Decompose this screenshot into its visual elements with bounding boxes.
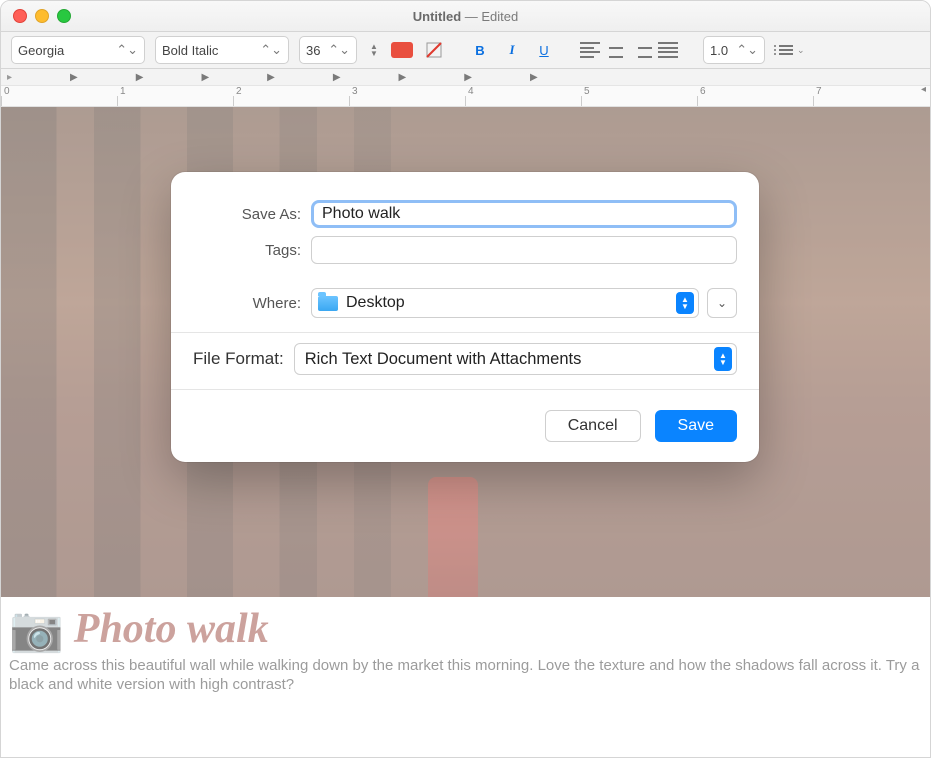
chevron-updown-icon: ⌃⌄ — [328, 42, 350, 58]
font-style-value: Bold Italic — [162, 43, 218, 58]
italic-button[interactable]: I — [501, 39, 523, 61]
tab-stop-marker[interactable]: ▸ — [7, 72, 12, 83]
highlight-color-button[interactable] — [423, 39, 445, 61]
dialog-button-row: Cancel Save — [171, 400, 759, 462]
align-right-button[interactable] — [631, 39, 653, 61]
align-left-button[interactable] — [579, 39, 601, 61]
save-button[interactable]: Save — [655, 410, 737, 442]
save-as-row: Save As: Photo walk — [193, 200, 737, 228]
underline-button[interactable]: U — [533, 39, 555, 61]
ruler-tick-label: 2 — [236, 86, 242, 97]
folder-icon — [318, 296, 338, 311]
tags-row: Tags: — [193, 236, 737, 264]
save-as-value: Photo walk — [322, 205, 400, 223]
where-value: Desktop — [346, 294, 405, 312]
ruler-tick-label: 0 — [4, 86, 10, 97]
tab-stop-marker[interactable]: ▶ — [267, 72, 275, 83]
dialog-divider — [171, 332, 759, 333]
tags-input[interactable] — [311, 236, 737, 264]
ruler-tick-label: 3 — [352, 86, 358, 97]
dialog-divider — [171, 389, 759, 390]
document-name: Untitled — [413, 9, 461, 24]
tab-stops-strip[interactable]: ▸ ▶ ▶ ▶ ▶ ▶ ▶ ▶ ▶ — [1, 69, 930, 86]
font-size-value: 36 — [306, 43, 320, 58]
list-icon — [779, 43, 793, 57]
cancel-button[interactable]: Cancel — [545, 410, 641, 442]
ruler-tick-label: 5 — [584, 86, 590, 97]
ruler[interactable]: 0 1 2 3 4 5 6 7 ◂ — [1, 86, 930, 107]
file-format-row: File Format: Rich Text Document with Att… — [193, 343, 737, 375]
align-center-button[interactable] — [605, 39, 627, 61]
tab-stop-marker[interactable]: ▶ — [464, 72, 472, 83]
no-highlight-icon — [425, 41, 443, 59]
chevron-updown-icon: ⌃⌄ — [260, 42, 282, 58]
format-toolbar: Georgia ⌃⌄ Bold Italic ⌃⌄ 36 ⌃⌄ ▲ ▼ B I … — [1, 32, 930, 69]
textedit-window: Untitled — Edited Georgia ⌃⌄ Bold Italic… — [0, 0, 931, 758]
file-format-label: File Format: — [193, 349, 284, 369]
line-spacing-value: 1.0 — [710, 43, 728, 58]
font-size-dropdown[interactable]: 36 ⌃⌄ — [299, 36, 357, 64]
window-title: Untitled — Edited — [1, 9, 930, 24]
chevron-updown-icon: ▲▼ — [714, 347, 732, 371]
chevron-updown-icon: ⌃⌄ — [736, 42, 758, 58]
font-size-stepper[interactable]: ▲ ▼ — [367, 39, 381, 61]
tab-stop-marker[interactable]: ▶ — [530, 72, 538, 83]
where-label: Where: — [193, 295, 301, 312]
save-as-input[interactable]: Photo walk — [311, 200, 737, 228]
bold-button[interactable]: B — [469, 39, 491, 61]
save-dialog: Save As: Photo walk Tags: Where: Desktop… — [171, 172, 759, 462]
alignment-group — [579, 39, 679, 61]
ruler-tick-label: 4 — [468, 86, 474, 97]
tags-label: Tags: — [193, 242, 301, 259]
list-style-dropdown[interactable]: ⌄ — [775, 39, 809, 61]
tab-stop-marker[interactable]: ▶ — [70, 72, 78, 83]
tab-stop-marker[interactable]: ▶ — [136, 72, 144, 83]
font-family-value: Georgia — [18, 43, 64, 58]
document-status: Edited — [481, 9, 518, 24]
file-format-value: Rich Text Document with Attachments — [305, 350, 582, 369]
font-style-dropdown[interactable]: Bold Italic ⌃⌄ — [155, 36, 289, 64]
title-separator: — — [461, 9, 481, 24]
where-row: Where: Desktop ▲▼ ⌄ — [193, 288, 737, 318]
expand-dialog-button[interactable]: ⌄ — [707, 288, 737, 318]
where-location-dropdown[interactable]: Desktop ▲▼ — [311, 288, 699, 318]
ruler-tick-label: 6 — [700, 86, 706, 97]
tab-stop-marker[interactable]: ▶ — [333, 72, 341, 83]
file-format-dropdown[interactable]: Rich Text Document with Attachments ▲▼ — [294, 343, 737, 375]
align-center-icon — [606, 42, 626, 58]
tab-stop-marker[interactable]: ▶ — [399, 72, 407, 83]
line-spacing-dropdown[interactable]: 1.0 ⌃⌄ — [703, 36, 765, 64]
align-justify-icon — [658, 42, 678, 58]
align-justify-button[interactable] — [657, 39, 679, 61]
ruler-tick-label: 7 — [816, 86, 822, 97]
font-family-dropdown[interactable]: Georgia ⌃⌄ — [11, 36, 145, 64]
chevron-down-icon: ⌄ — [797, 45, 805, 56]
align-left-icon — [580, 42, 600, 58]
chevron-updown-icon: ⌃⌄ — [116, 42, 138, 58]
ruler-tick-label: 1 — [120, 86, 126, 97]
tab-stop-marker[interactable]: ▶ — [201, 72, 209, 83]
chevron-down-icon: ⌄ — [717, 296, 727, 310]
ruler-right-indent-marker[interactable]: ◂ — [921, 84, 926, 95]
chevron-down-icon: ▼ — [367, 50, 381, 57]
text-color-swatch[interactable] — [391, 42, 413, 58]
align-right-icon — [632, 42, 652, 58]
titlebar: Untitled — Edited — [1, 1, 930, 32]
chevron-updown-icon: ▲▼ — [676, 292, 694, 314]
save-as-label: Save As: — [193, 206, 301, 223]
